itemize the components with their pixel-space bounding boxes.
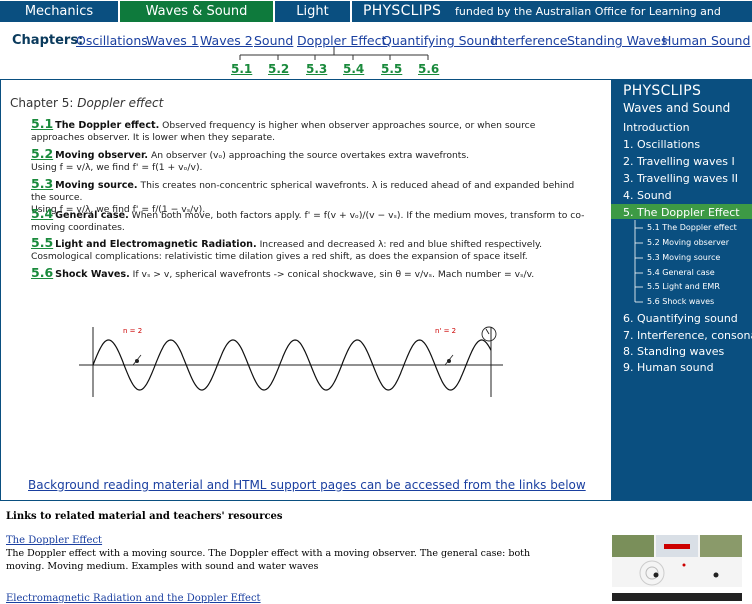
chapter-title: Chapter 5: Doppler effect bbox=[10, 96, 163, 110]
section-entry-5-5: 5.5 Light and Electromagnetic Radiation. … bbox=[31, 235, 591, 263]
nav-light[interactable]: Light bbox=[275, 1, 350, 22]
chapter-link-oscillations[interactable]: Oscillations bbox=[76, 33, 148, 48]
chapter-link-waves-2[interactable]: Waves 2 bbox=[200, 33, 253, 48]
sidebar-item-quantifying-sound[interactable]: 6. Quantifying sound bbox=[623, 312, 738, 325]
section-heading: Moving observer. bbox=[55, 150, 149, 161]
chapter-link-standing[interactable]: Standing Waves bbox=[567, 33, 667, 48]
chapter-link-interference[interactable]: Interference bbox=[491, 33, 567, 48]
sidebar-subitem-5-1[interactable]: 5.1 The Doppler effect bbox=[647, 223, 737, 232]
sidebar-item-oscillations[interactable]: 1. Oscillations bbox=[623, 138, 700, 151]
section-entry-5-6: 5.6 Shock Waves. If vₛ > v, spherical wav… bbox=[31, 265, 591, 281]
subsection-link-5-6[interactable]: 5.6 bbox=[418, 62, 439, 76]
subsection-link-5-5[interactable]: 5.5 bbox=[381, 62, 402, 76]
section-heading: Light and Electromagnetic Radiation. bbox=[55, 239, 257, 250]
section-heading: The Doppler effect. bbox=[55, 120, 160, 131]
sidebar-item-interference[interactable]: 7. Interference, consonance bbox=[623, 329, 752, 342]
related-link-em-doppler[interactable]: Electromagnetic Radiation and the Dopple… bbox=[6, 593, 261, 604]
sidebar-item-travelling-waves-1[interactable]: 2. Travelling waves I bbox=[623, 155, 735, 168]
chapter-link-doppler[interactable]: Doppler Effect bbox=[297, 33, 386, 48]
sidebar-item-doppler-effect[interactable]: 5. The Doppler Effect bbox=[623, 206, 740, 219]
chapter-link-sound[interactable]: Sound bbox=[254, 33, 293, 48]
sidebar-item-introduction[interactable]: Introduction bbox=[623, 121, 690, 134]
sidebar-subitem-5-3[interactable]: 5.3 Moving source bbox=[647, 253, 720, 262]
brand-title: PHYSCLIPS bbox=[363, 3, 442, 19]
chapters-label: Chapters: bbox=[12, 33, 84, 48]
doppler-thumbnail-image[interactable] bbox=[612, 535, 742, 587]
sidebar-item-standing-waves[interactable]: 8. Standing waves bbox=[623, 345, 724, 358]
doppler-wave-illustration: n = 2 n' = 2 bbox=[79, 326, 503, 397]
brand-banner: PHYSCLIPS funded by the Australian Offic… bbox=[352, 1, 752, 39]
section-heading: General case. bbox=[55, 210, 129, 221]
chapter-link-quantifying[interactable]: Quantifying Sound bbox=[382, 33, 498, 48]
chapter-link-human-sound[interactable]: Human Sound bbox=[662, 33, 750, 48]
chapter-name: Doppler effect bbox=[77, 96, 164, 110]
sidebar-subitem-5-2[interactable]: 5.2 Moving observer bbox=[647, 238, 729, 247]
related-link-doppler[interactable]: The Doppler Effect bbox=[6, 535, 102, 546]
sidebar-item-sound[interactable]: 4. Sound bbox=[623, 189, 672, 202]
observer-marker-right bbox=[444, 354, 454, 366]
section-entry-5-1: 5.1 The Doppler effect. Observed frequenc… bbox=[31, 116, 591, 144]
subsection-link-5-4[interactable]: 5.4 bbox=[343, 62, 364, 76]
sidebar-subtitle: Waves and Sound bbox=[623, 101, 731, 115]
nav-waves-sound[interactable]: Waves & Sound bbox=[120, 1, 273, 22]
clock-icon bbox=[481, 326, 497, 342]
top-nav: Mechanics Waves & Sound Light PHYSCLIPS … bbox=[0, 0, 752, 39]
section-number-link[interactable]: 5.1 bbox=[31, 116, 53, 131]
nav-mechanics[interactable]: Mechanics bbox=[0, 1, 118, 22]
chapter-prefix: Chapter 5: bbox=[10, 96, 74, 110]
subsection-link-5-1[interactable]: 5.1 bbox=[231, 62, 252, 76]
section-heading: Moving source. bbox=[55, 180, 138, 191]
section-text: An observer (vₒ) approaching the source … bbox=[148, 150, 470, 161]
section-heading: Shock Waves. bbox=[55, 269, 130, 280]
subsection-link-5-2[interactable]: 5.2 bbox=[268, 62, 289, 76]
main-content: Chapter 5: Doppler effect 5.1 The Doppler… bbox=[0, 80, 610, 500]
related-title: Links to related material and teachers' … bbox=[6, 511, 283, 522]
section-number-link[interactable]: 5.6 bbox=[31, 265, 53, 280]
sidebar-item-travelling-waves-2[interactable]: 3. Travelling waves II bbox=[623, 172, 738, 185]
section-number-link[interactable]: 5.2 bbox=[31, 146, 53, 161]
section-entry-5-4: 5.4 General case. When both move, both fa… bbox=[31, 206, 591, 234]
wave-label-left: n = 2 bbox=[123, 327, 142, 335]
sidebar-subitem-5-5[interactable]: 5.5 Light and EMR bbox=[647, 282, 720, 291]
subsection-link-5-3[interactable]: 5.3 bbox=[306, 62, 327, 76]
background-reading-link[interactable]: Background reading material and HTML sup… bbox=[28, 478, 586, 492]
section-number-link[interactable]: 5.3 bbox=[31, 176, 53, 191]
sidebar: PHYSCLIPS Waves and Sound Introduction 1… bbox=[611, 80, 752, 500]
related-description: The Doppler effect with a moving source.… bbox=[6, 548, 531, 572]
chapter-link-waves-1[interactable]: Waves 1 bbox=[146, 33, 199, 48]
sidebar-subitem-5-6[interactable]: 5.6 Shock waves bbox=[647, 297, 714, 306]
section-number-link[interactable]: 5.4 bbox=[31, 206, 53, 221]
sidebar-subitem-5-4[interactable]: 5.4 General case bbox=[647, 268, 715, 277]
subsection-tree-lines bbox=[239, 47, 429, 60]
section-entry-5-2: 5.2 Moving observer. An observer (vₒ) app… bbox=[31, 146, 591, 174]
wave-label-right: n' = 2 bbox=[435, 327, 456, 335]
chapters-bar: Chapters: Oscillations Waves 1 Waves 2 S… bbox=[0, 23, 752, 80]
section-text: If vₛ > v, spherical wavefronts -> conic… bbox=[129, 269, 535, 280]
section-formula: Using f = v/λ, we find f' = f(1 + vₒ/v). bbox=[31, 162, 203, 173]
sidebar-brand: PHYSCLIPS bbox=[623, 83, 702, 99]
section-number-link[interactable]: 5.5 bbox=[31, 235, 53, 250]
sidebar-item-human-sound[interactable]: 9. Human sound bbox=[623, 361, 714, 374]
observer-marker-left bbox=[132, 354, 142, 366]
related-resources: Links to related material and teachers' … bbox=[0, 500, 752, 604]
